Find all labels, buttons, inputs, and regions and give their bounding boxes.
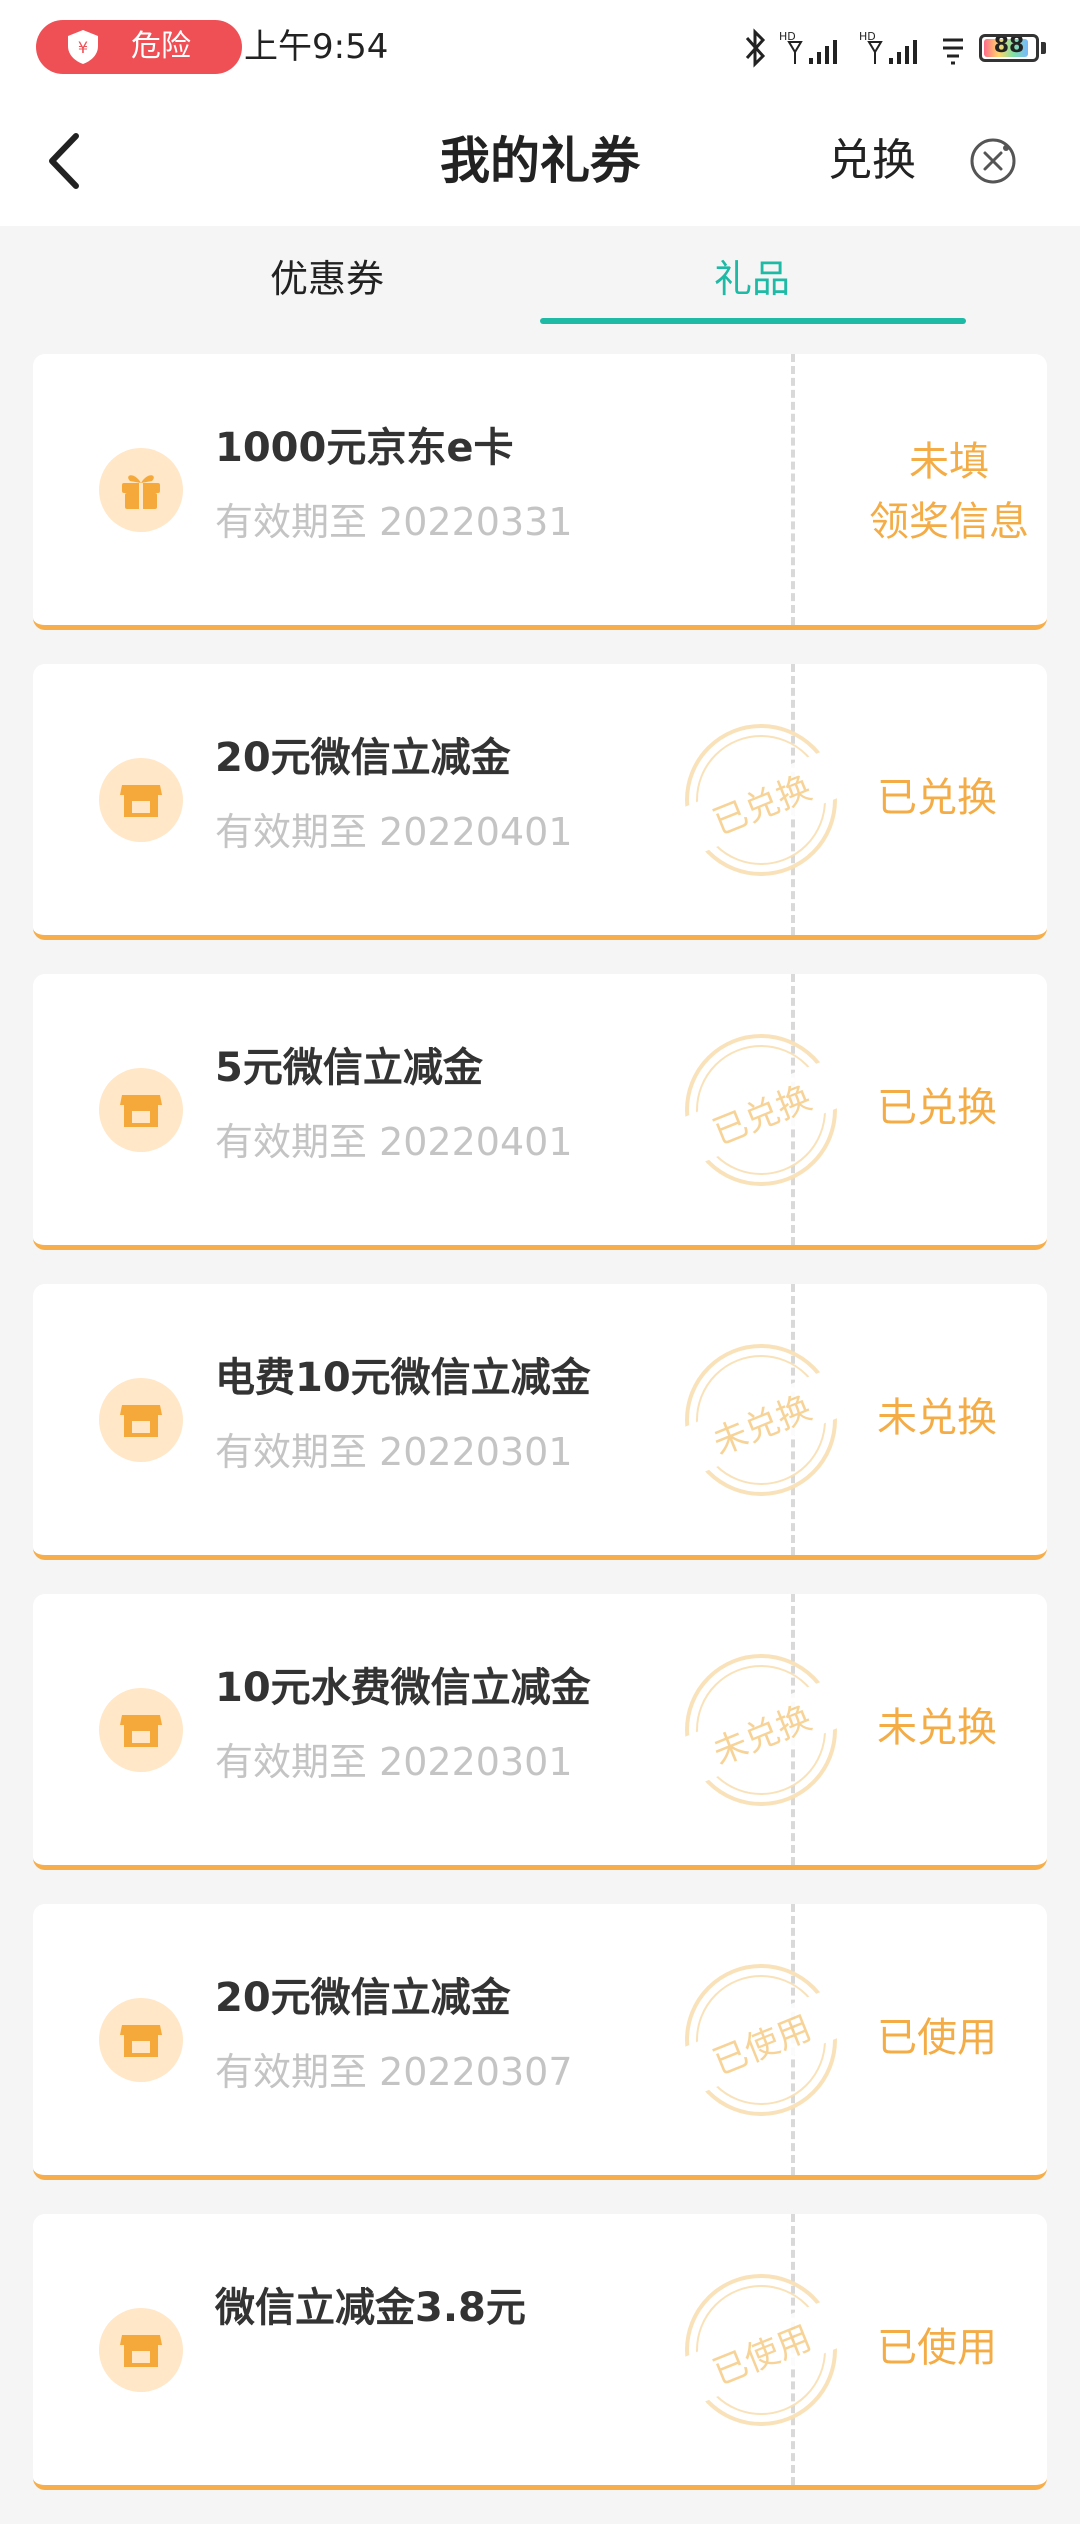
bluetooth-icon xyxy=(745,28,766,68)
gift-card[interactable]: 电费10元微信立减金 有效期至 20220301 未兑换 未兑换 xyxy=(33,1284,1047,1560)
gift-expiry: 有效期至 20220301 xyxy=(215,1740,573,1784)
gift-name: 5元微信立减金 xyxy=(215,1045,483,1091)
gift-status[interactable]: 已使用 xyxy=(877,2320,997,2376)
gift-name: 1000元京东e卡 xyxy=(215,425,514,471)
gift-card[interactable]: 1000元京东e卡 有效期至 20220331 未填 领奖信息 xyxy=(33,354,1047,630)
gift-status-line1: 未填 xyxy=(909,439,989,485)
gift-card[interactable]: 20元微信立减金 有效期至 20220401 已兑换 已兑换 xyxy=(33,664,1047,940)
card-divider xyxy=(791,354,795,625)
shop-icon xyxy=(99,1378,183,1462)
app-header: 我的礼券 兑换 xyxy=(0,96,1080,226)
tab-bar: 优惠券 礼品 xyxy=(0,226,1080,326)
gift-status[interactable]: 未填 领奖信息 xyxy=(839,432,1047,552)
system-icons: HD HD 88 xyxy=(741,24,1046,72)
page-title: 我的礼券 xyxy=(440,132,640,190)
gift-name: 20元微信立减金 xyxy=(215,1975,511,2021)
gift-card[interactable]: 10元水费微信立减金 有效期至 20220301 未兑换 未兑换 xyxy=(33,1594,1047,1870)
gift-name: 10元水费微信立减金 xyxy=(215,1665,591,1711)
tab-gifts[interactable]: 礼品 xyxy=(714,254,790,304)
danger-label: 危险 xyxy=(131,29,191,64)
status-stamp: 未兑换 xyxy=(668,1340,854,1500)
gift-status-line2: 领奖信息 xyxy=(869,499,1029,545)
svg-text:¥: ¥ xyxy=(78,38,88,57)
gift-expiry: 有效期至 20220401 xyxy=(215,810,573,854)
battery-level: 88 xyxy=(993,34,1025,58)
gift-status[interactable]: 已兑换 xyxy=(877,1080,997,1136)
danger-badge[interactable]: ¥ 危险 xyxy=(36,20,242,74)
gift-expiry: 有效期至 20220307 xyxy=(215,2050,573,2094)
signal-icon: HD xyxy=(859,30,917,64)
status-stamp: 已兑换 xyxy=(668,1030,854,1190)
gift-name: 20元微信立减金 xyxy=(215,735,511,781)
gift-name: 电费10元微信立减金 xyxy=(215,1355,591,1401)
exchange-button[interactable]: 兑换 xyxy=(828,128,916,194)
shop-icon xyxy=(99,758,183,842)
gift-status[interactable]: 已兑换 xyxy=(877,770,997,826)
gift-card[interactable]: 微信立减金3.8元 已使用 已使用 xyxy=(33,2214,1047,2490)
shop-icon xyxy=(99,2308,183,2392)
status-stamp: 已使用 xyxy=(668,1960,854,2120)
battery-tip xyxy=(1041,42,1046,54)
gift-status[interactable]: 未兑换 xyxy=(877,1390,997,1446)
shop-icon xyxy=(99,1068,183,1152)
active-tab-indicator xyxy=(540,318,966,324)
gift-name: 微信立减金3.8元 xyxy=(215,2285,526,2331)
gift-expiry: 有效期至 20220331 xyxy=(215,500,573,544)
clock: 上午9:54 xyxy=(244,27,389,67)
signal-icon: HD xyxy=(779,30,837,64)
gift-expiry: 有效期至 20220401 xyxy=(215,1120,573,1164)
status-stamp: 已兑换 xyxy=(668,720,854,880)
gift-expiry: 有效期至 20220301 xyxy=(215,1430,573,1474)
battery-icon: 88 xyxy=(979,34,1039,62)
status-stamp: 未兑换 xyxy=(668,1650,854,1810)
wifi-icon xyxy=(943,38,963,65)
status-stamp: 已使用 xyxy=(668,2270,854,2430)
shield-icon: ¥ xyxy=(68,30,98,64)
gift-card[interactable]: 20元微信立减金 有效期至 20220307 已使用 已使用 xyxy=(33,1904,1047,2180)
gift-card[interactable]: 5元微信立减金 有效期至 20220401 已兑换 已兑换 xyxy=(33,974,1047,1250)
gift-list: 1000元京东e卡 有效期至 20220331 未填 领奖信息 20元微信立减金… xyxy=(33,354,1047,2524)
tab-coupons[interactable]: 优惠券 xyxy=(270,254,384,304)
gift-status[interactable]: 已使用 xyxy=(877,2010,997,2066)
gift-icon xyxy=(99,448,183,532)
gift-status[interactable]: 未兑换 xyxy=(877,1700,997,1756)
shop-icon xyxy=(99,1998,183,2082)
shop-icon xyxy=(99,1688,183,1772)
close-icon[interactable] xyxy=(968,136,1018,186)
status-bar: ¥ 危险 上午9:54 HD HD 88 xyxy=(0,0,1080,96)
